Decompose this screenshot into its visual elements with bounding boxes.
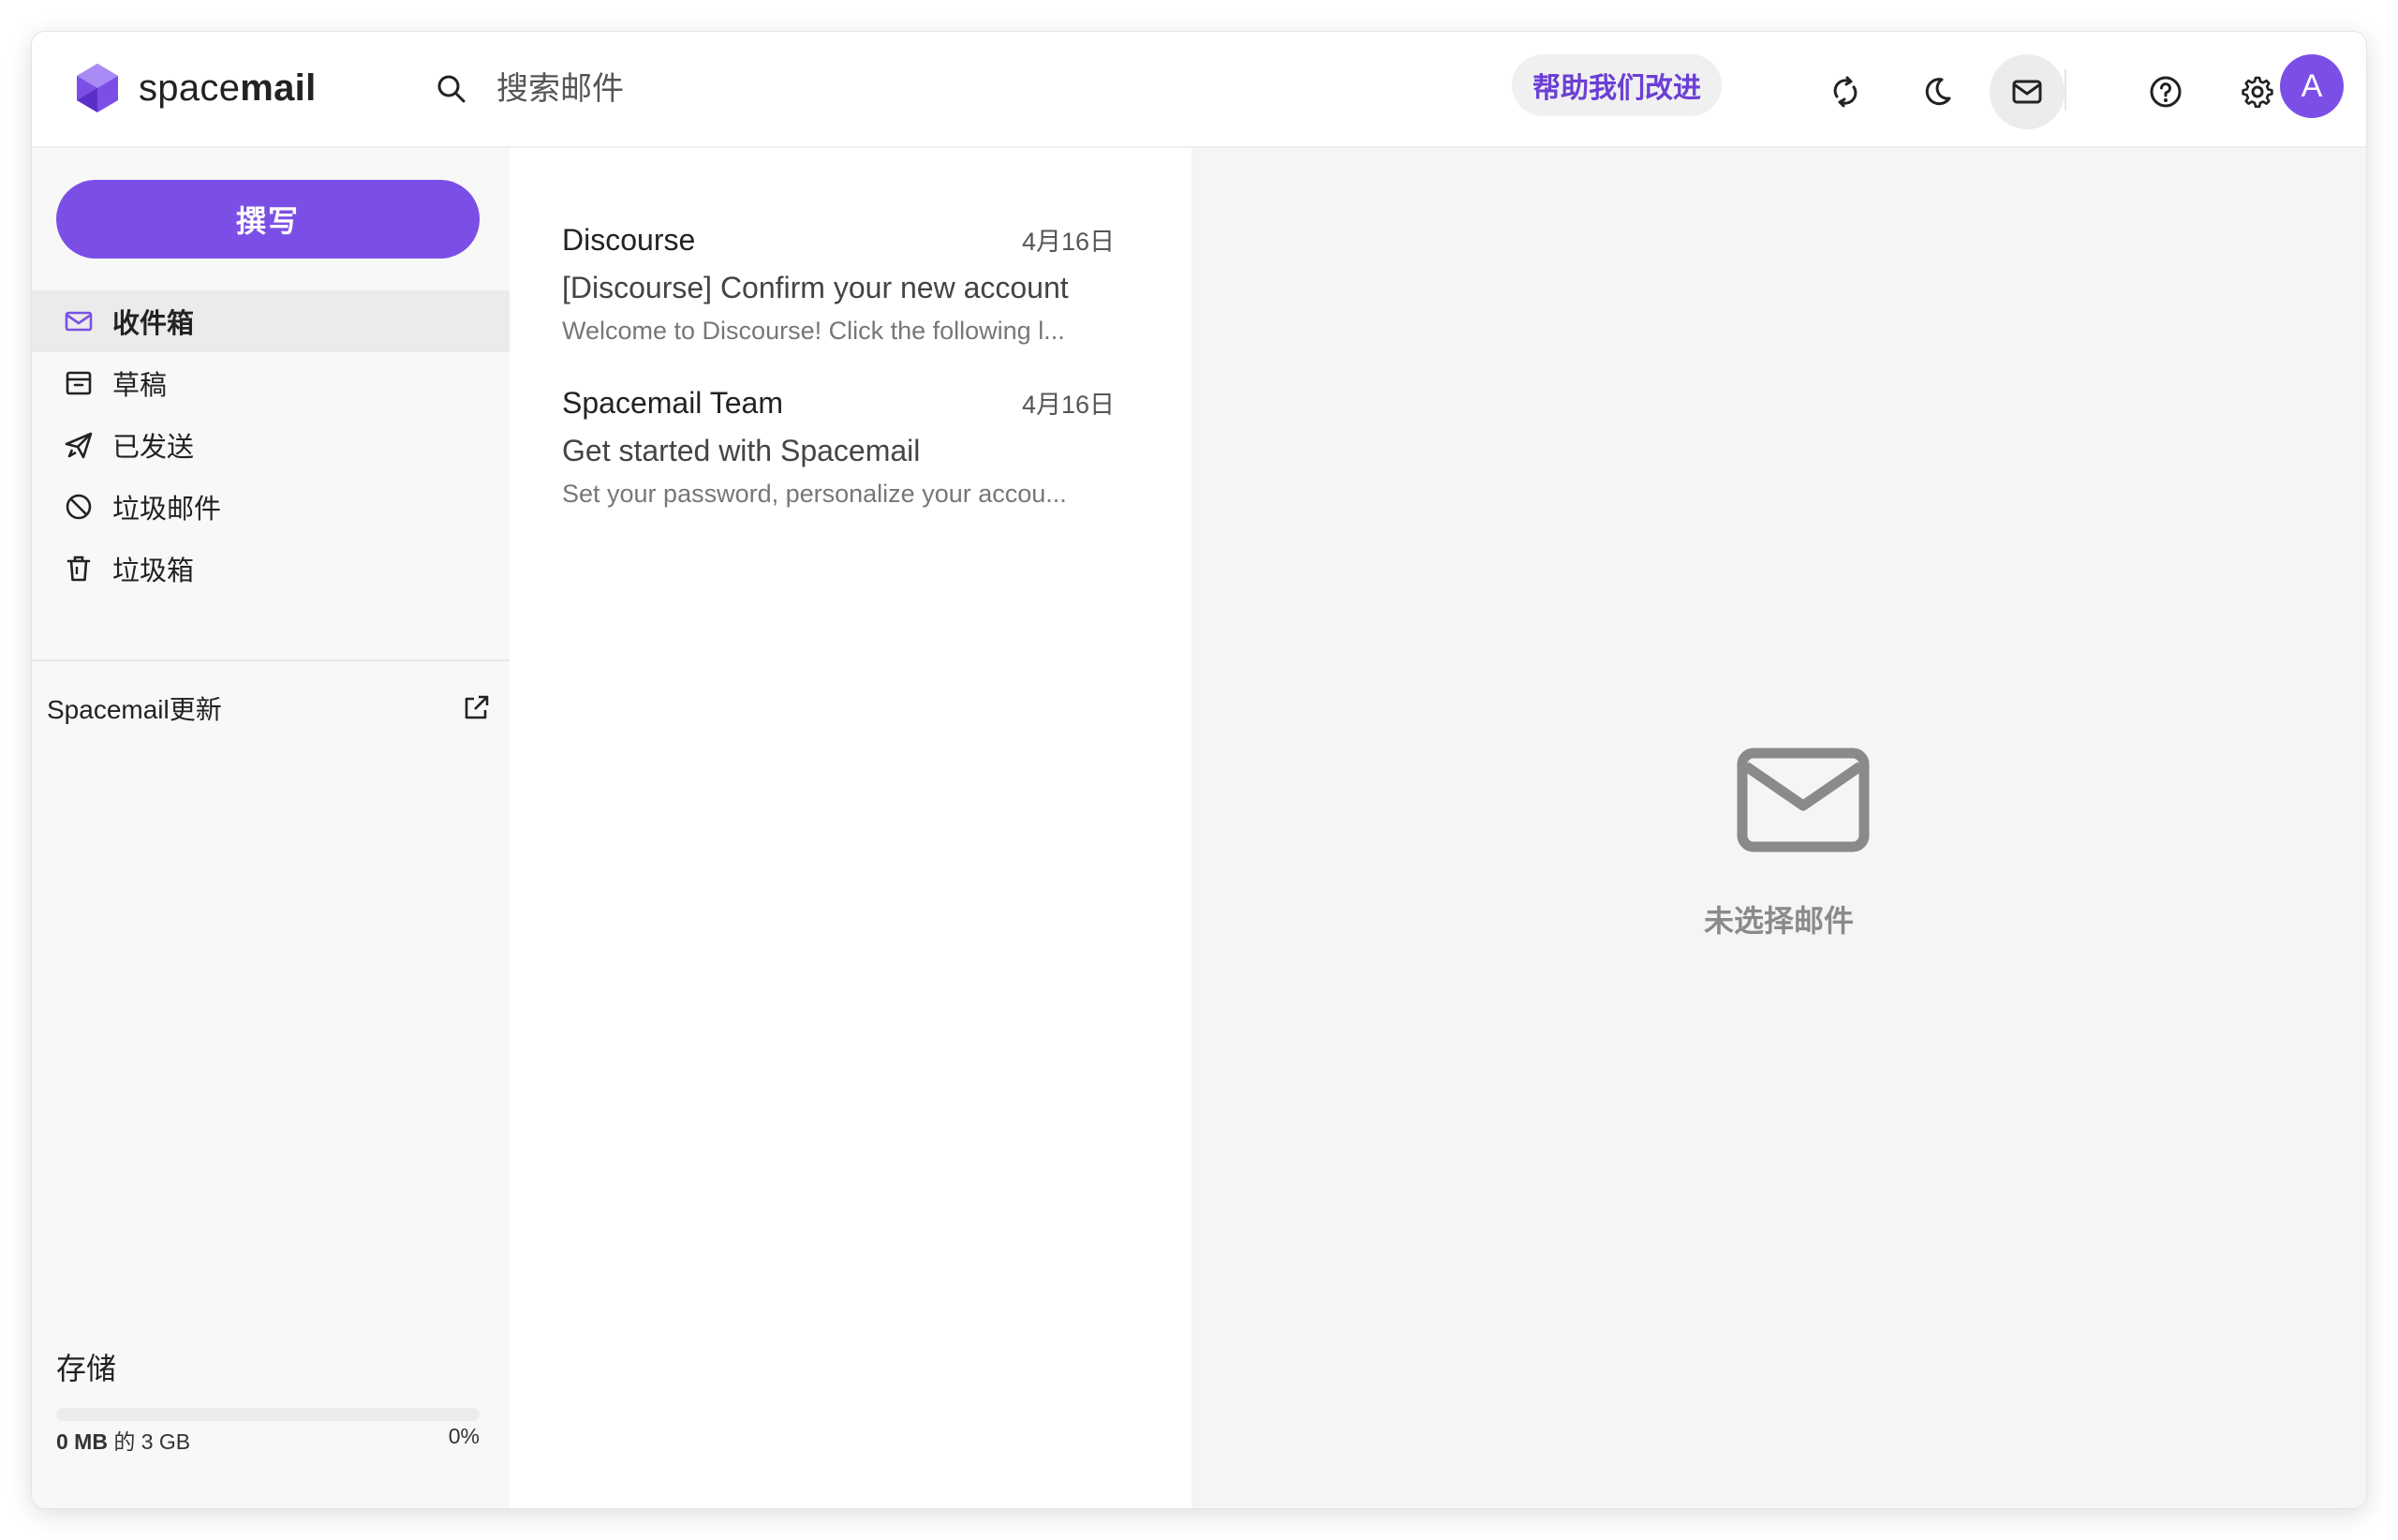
- help-button[interactable]: [2128, 54, 2203, 129]
- message-subject: [Discourse] Confirm your new account: [562, 271, 1069, 304]
- search-bar[interactable]: [435, 56, 1090, 122]
- message-list: Discourse 4月16日 [Discourse] Confirm your…: [510, 148, 1192, 1508]
- message-preview: Set your password, personalize your acco…: [562, 480, 1067, 508]
- message-preview: Welcome to Discourse! Click the followin…: [562, 317, 1065, 345]
- message-date: 4月16日: [1021, 391, 1115, 419]
- mail-icon: [2012, 80, 2042, 104]
- message-subject: Get started with Spacemail: [562, 434, 921, 467]
- message-item[interactable]: Discourse 4月16日 [Discourse] Confirm your…: [562, 221, 1115, 346]
- search-input[interactable]: [496, 70, 1058, 108]
- mail-view-button[interactable]: [1990, 54, 2065, 129]
- sync-icon: [1833, 76, 1858, 108]
- dark-mode-button[interactable]: [1900, 54, 1975, 129]
- help-circle-icon: [2150, 76, 2182, 108]
- sidebar-divider: [32, 659, 510, 661]
- mail-window: spacemail 帮助我们改进: [32, 32, 2366, 1508]
- spam-icon: [66, 494, 92, 520]
- updates-label: Spacemail更新: [47, 695, 222, 724]
- brand-name: spacemail: [139, 67, 317, 109]
- folder-label: 收件箱: [112, 309, 195, 339]
- moon-icon: [1925, 78, 1951, 106]
- folder-label: 草稿: [112, 371, 168, 401]
- no-mail-selected-text: 未选择邮件: [1703, 904, 1854, 938]
- drafts-icon: [66, 371, 92, 395]
- message-item[interactable]: Spacemail Team 4月16日 Get started with Sp…: [562, 384, 1115, 509]
- folder-drafts[interactable]: 草稿: [32, 352, 510, 414]
- spacemail-updates-link[interactable]: Spacemail更新: [47, 680, 493, 736]
- message-sender: Discourse: [562, 223, 696, 257]
- trash-icon: [67, 555, 91, 582]
- storage-percent: 0%: [448, 1424, 480, 1448]
- user-avatar[interactable]: A: [2280, 54, 2344, 118]
- folder-inbox[interactable]: 收件箱: [32, 290, 510, 352]
- external-link-icon: [465, 695, 489, 719]
- folder-label: 垃圾箱: [112, 556, 195, 586]
- inbox-icon: [65, 311, 93, 332]
- folder-label: 已发送: [112, 433, 195, 463]
- folder-trash[interactable]: 垃圾箱: [32, 538, 510, 600]
- folder-list: 收件箱 草稿 已发送 垃圾邮件 垃圾箱: [32, 290, 510, 600]
- storage-progress-bar: [56, 1408, 480, 1421]
- search-icon: [437, 75, 466, 103]
- gear-icon: [2242, 76, 2273, 109]
- storage-title: 存储: [56, 1352, 117, 1385]
- top-bar: spacemail 帮助我们改进: [32, 32, 2366, 148]
- storage-used: 0 MB: [56, 1429, 108, 1454]
- sidebar: 撰写 收件箱 草稿 已发送 垃圾邮件 垃圾箱 Spacemail更新 存储 0 …: [32, 148, 510, 1508]
- compose-button[interactable]: 撰写: [56, 180, 480, 259]
- reading-pane: 未选择邮件: [1192, 148, 2366, 1508]
- storage-total: 的 3 GB: [113, 1429, 191, 1454]
- message-date: 4月16日: [1021, 228, 1115, 256]
- storage-usage: 0 MB 的 3 GB 0%: [56, 1424, 480, 1456]
- message-sender: Spacemail Team: [562, 386, 783, 420]
- storage-usage-text: 0 MB 的 3 GB: [56, 1424, 190, 1456]
- spacemail-logo[interactable]: spacemail: [69, 60, 317, 116]
- spacemail-logo-icon: [77, 64, 118, 112]
- help-improve-button[interactable]: 帮助我们改进: [1512, 54, 1722, 116]
- sent-icon: [65, 432, 93, 459]
- sync-button[interactable]: [1808, 54, 1883, 129]
- folder-label: 垃圾邮件: [112, 495, 222, 525]
- folder-sent[interactable]: 已发送: [32, 414, 510, 476]
- folder-spam[interactable]: 垃圾邮件: [32, 476, 510, 538]
- empty-mail-icon: [1737, 748, 1870, 852]
- header-divider: [2065, 69, 2066, 111]
